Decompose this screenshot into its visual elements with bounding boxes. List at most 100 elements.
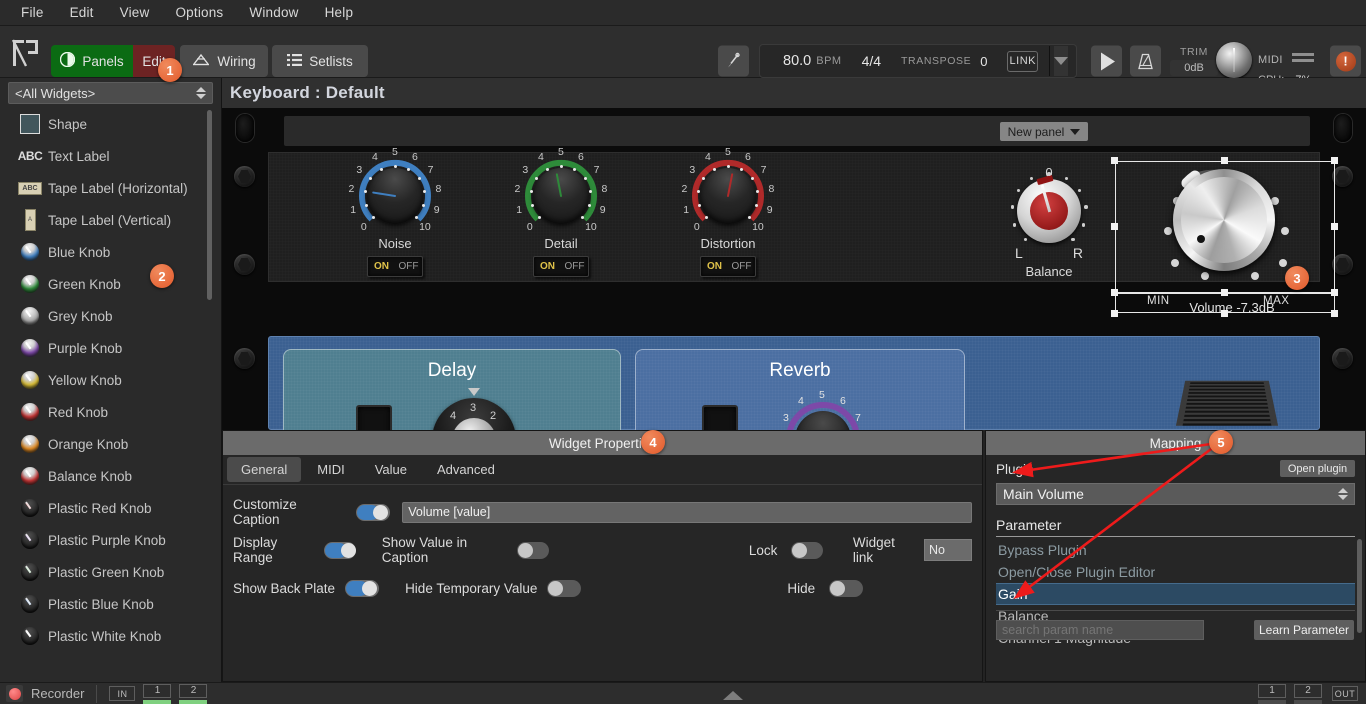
resize-handle-se[interactable]	[1331, 289, 1338, 296]
on-off-switch[interactable]: ON OFF	[700, 256, 756, 277]
metronome-button[interactable]	[1130, 45, 1161, 77]
widget-list-item[interactable]: Grey Knob	[8, 300, 213, 332]
open-plugin-button[interactable]: Open plugin	[1280, 460, 1355, 477]
wiring-button[interactable]: Wiring	[180, 45, 268, 77]
menu-item-help[interactable]: Help	[312, 2, 367, 23]
resize-handle-caption-s[interactable]	[1221, 310, 1228, 317]
recorder-label: Recorder	[31, 686, 85, 701]
new-panel-button[interactable]: New panel	[1000, 122, 1088, 141]
input-channel-2[interactable]: 2	[179, 683, 208, 704]
panels-button[interactable]: Panels	[51, 45, 133, 77]
show-back-plate-toggle[interactable]	[345, 579, 380, 597]
tab-advanced[interactable]: Advanced	[423, 457, 509, 482]
caption-input[interactable]	[402, 501, 972, 523]
menu-item-edit[interactable]: Edit	[57, 2, 107, 23]
resize-handle-sw[interactable]	[1111, 289, 1118, 296]
knob-caption: Noise	[378, 236, 412, 251]
expand-arrow-icon[interactable]	[723, 691, 743, 700]
widget-list-item-label: Blue Knob	[48, 244, 111, 260]
menu-item-view[interactable]: View	[107, 2, 163, 23]
customize-caption-toggle[interactable]	[356, 503, 391, 521]
menu-item-file[interactable]: File	[8, 2, 57, 23]
widget-list-item[interactable]: Plastic Yellow Knob	[8, 652, 213, 653]
recorder-button[interactable]	[6, 685, 23, 702]
speaker-grille-widget[interactable]	[1175, 380, 1279, 426]
transport-dropdown-button[interactable]	[1054, 46, 1068, 76]
resize-handle-ne[interactable]	[1331, 157, 1338, 164]
widget-list-item[interactable]: Yellow Knob	[8, 364, 213, 396]
resize-handle-n[interactable]	[1221, 157, 1228, 164]
play-button[interactable]	[1091, 45, 1122, 77]
widget-list-item[interactable]: Red Knob	[8, 396, 213, 428]
widget-knob-distortion[interactable]: 0 1 2 3 4 5 6 7 8 9 10 Distortion ON OFF	[663, 147, 793, 277]
master-volume-knob[interactable]	[1216, 42, 1252, 78]
search-param-input[interactable]	[996, 620, 1204, 640]
lock-toggle[interactable]	[791, 541, 823, 559]
time-signature[interactable]: 4/4	[862, 53, 881, 69]
learn-parameter-button[interactable]: Learn Parameter	[1254, 620, 1354, 640]
audio-in-button[interactable]: IN	[109, 686, 136, 701]
bpm-value[interactable]: 80.0	[783, 53, 811, 69]
setlists-button[interactable]: Setlists	[272, 45, 368, 77]
knob-tick-label: 5	[558, 146, 564, 158]
parameter-scrollbar[interactable]	[1357, 539, 1362, 633]
display-range-toggle[interactable]	[324, 541, 357, 559]
hide-toggle[interactable]	[829, 579, 864, 597]
widget-list-item[interactable]: Plastic White Knob	[8, 620, 213, 652]
widget-list-item[interactable]: Blue Knob	[8, 236, 213, 268]
widget-list-item[interactable]: Balance Knob	[8, 460, 213, 492]
transpose-value[interactable]: 0	[980, 54, 987, 69]
widget-list-item[interactable]: Plastic Blue Knob	[8, 588, 213, 620]
widget-list-item[interactable]: Plastic Purple Knob	[8, 524, 213, 556]
widget-knob-noise[interactable]: 0 1 2 3 4 5 6 7 8 9 10 Noise ON OFF	[330, 147, 460, 277]
sidebar-scrollbar[interactable]	[207, 110, 212, 300]
tab-midi[interactable]: MIDI	[303, 457, 358, 482]
parameter-item[interactable]: Bypass Plugin	[996, 539, 1355, 561]
widget-list-item[interactable]: Shape	[8, 108, 213, 140]
resize-handle-caption-se[interactable]	[1331, 310, 1338, 317]
resize-handle-w[interactable]	[1111, 223, 1118, 230]
widget-knob-detail[interactable]: 0 1 2 3 4 5 6 7 8 9 10 Detail ON OFF	[496, 147, 626, 277]
panels-label: Panels	[82, 53, 124, 69]
widget-list[interactable]: Shape ABC Text Label ABC Tape Label (Horizon…	[8, 108, 213, 653]
parameter-item[interactable]: Gain	[996, 583, 1355, 605]
resize-handle-s[interactable]	[1221, 289, 1228, 296]
widget-knob-balance[interactable]: 0 L R Balance	[993, 165, 1105, 279]
on-off-switch[interactable]: ON OFF	[533, 256, 589, 277]
balance-knob-body[interactable]: 0	[1010, 165, 1088, 243]
tab-general[interactable]: General	[227, 457, 302, 482]
widget-list-item[interactable]: Plastic Red Knob	[8, 492, 213, 524]
menu-item-window[interactable]: Window	[236, 2, 311, 23]
widget-list-item[interactable]: ABC Tape Label (Horizontal)	[8, 172, 213, 204]
resize-handle-e[interactable]	[1331, 223, 1338, 230]
output-channel-1[interactable]: 1	[1258, 683, 1286, 704]
alert-button[interactable]: !	[1330, 45, 1361, 77]
show-value-in-caption-toggle[interactable]	[517, 541, 549, 559]
input-channel-1[interactable]: 1	[143, 683, 172, 704]
widget-filter-combo[interactable]: <All Widgets>	[8, 82, 213, 104]
tuner-button[interactable]	[718, 45, 749, 77]
plugin-combo[interactable]: Main Volume	[996, 483, 1355, 505]
resize-handle-nw[interactable]	[1111, 157, 1118, 164]
on-off-switch[interactable]: ON OFF	[367, 256, 423, 277]
parameter-item[interactable]: Open/Close Plugin Editor	[996, 561, 1355, 583]
tab-value[interactable]: Value	[361, 457, 421, 482]
widget-link-input[interactable]	[923, 539, 972, 561]
widget-list-item[interactable]: Green Knob	[8, 268, 213, 300]
setlists-label: Setlists	[309, 53, 353, 69]
widget-list-item[interactable]: A Tape Label (Vertical)	[8, 204, 213, 236]
resize-handle-caption-sw[interactable]	[1111, 310, 1118, 317]
widget-list-item[interactable]: ABC Text Label	[8, 140, 213, 172]
widget-knob-volume[interactable]: MIN MAX Volume -7.3dB	[1111, 155, 1343, 317]
widget-list-item[interactable]: Purple Knob	[8, 332, 213, 364]
output-channel-2[interactable]: 2	[1294, 683, 1322, 704]
hide-temporary-value-toggle[interactable]	[547, 579, 582, 597]
trim-control[interactable]: TRIM 0dB	[1170, 46, 1218, 76]
widget-list-item[interactable]: Plastic Green Knob	[8, 556, 213, 588]
link-button[interactable]: LINK	[1007, 50, 1039, 72]
menu-item-options[interactable]: Options	[162, 2, 236, 23]
knob-tick-label: 2	[681, 183, 688, 196]
audio-out-button[interactable]: OUT	[1332, 686, 1358, 701]
widget-list-item[interactable]: Orange Knob	[8, 428, 213, 460]
parameter-item-label: Gain	[998, 586, 1028, 602]
